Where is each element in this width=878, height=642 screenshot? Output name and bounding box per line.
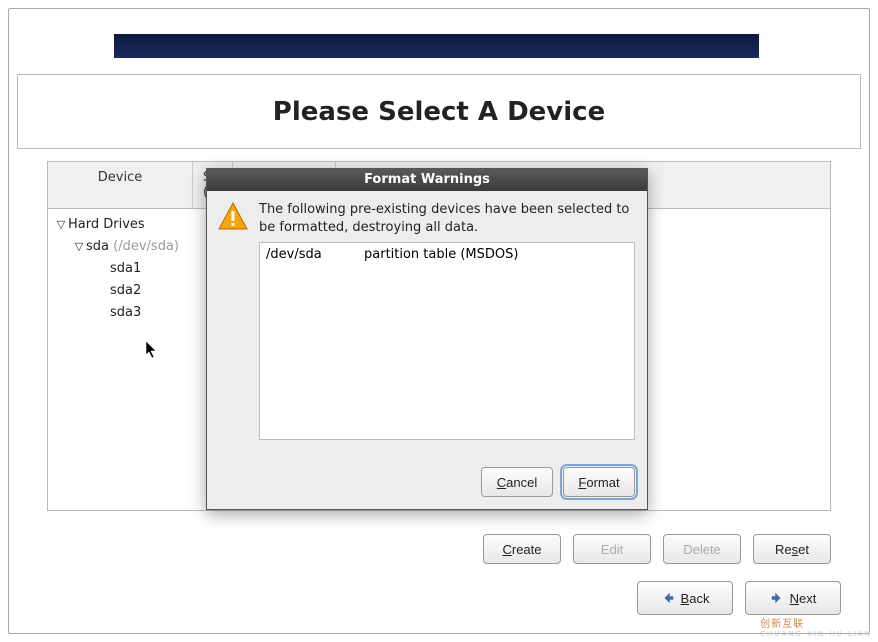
back-button[interactable]: Back bbox=[637, 581, 733, 615]
list-item[interactable]: /dev/sda partition table (MSDOS) bbox=[266, 247, 628, 262]
action-button-row: Create Edit Delete Reset bbox=[47, 529, 831, 569]
format-warnings-dialog: Format Warnings The following pre-existi… bbox=[206, 168, 648, 510]
cancel-button[interactable]: Cancel bbox=[481, 467, 553, 497]
dialog-title: Format Warnings bbox=[207, 169, 647, 191]
next-button[interactable]: Next bbox=[745, 581, 841, 615]
delete-button: Delete bbox=[663, 534, 741, 564]
tree-root-label: Hard Drives bbox=[68, 217, 198, 232]
header-banner bbox=[114, 34, 759, 58]
dialog-button-row: Cancel Format bbox=[481, 467, 635, 497]
create-button[interactable]: Create bbox=[483, 534, 561, 564]
title-panel: Please Select A Device bbox=[17, 74, 861, 149]
expand-icon[interactable]: ▽ bbox=[72, 240, 86, 253]
list-device: /dev/sda bbox=[266, 247, 364, 262]
page-title: Please Select A Device bbox=[273, 97, 605, 127]
format-button[interactable]: Format bbox=[563, 467, 635, 497]
arrow-left-icon bbox=[661, 591, 675, 605]
dialog-message: The following pre-existing devices have … bbox=[259, 201, 635, 236]
list-detail: partition table (MSDOS) bbox=[364, 247, 518, 262]
col-device[interactable]: Device bbox=[48, 162, 193, 208]
reset-button[interactable]: Reset bbox=[753, 534, 831, 564]
arrow-right-icon bbox=[770, 591, 784, 605]
warning-icon bbox=[217, 201, 249, 233]
expand-icon[interactable]: ▽ bbox=[54, 218, 68, 231]
dialog-device-list[interactable]: /dev/sda partition table (MSDOS) bbox=[259, 242, 635, 440]
disk-path: (/dev/sda) bbox=[113, 239, 179, 254]
nav-button-row: Back Next bbox=[637, 581, 841, 615]
disk-name: sda bbox=[86, 239, 109, 254]
edit-button: Edit bbox=[573, 534, 651, 564]
